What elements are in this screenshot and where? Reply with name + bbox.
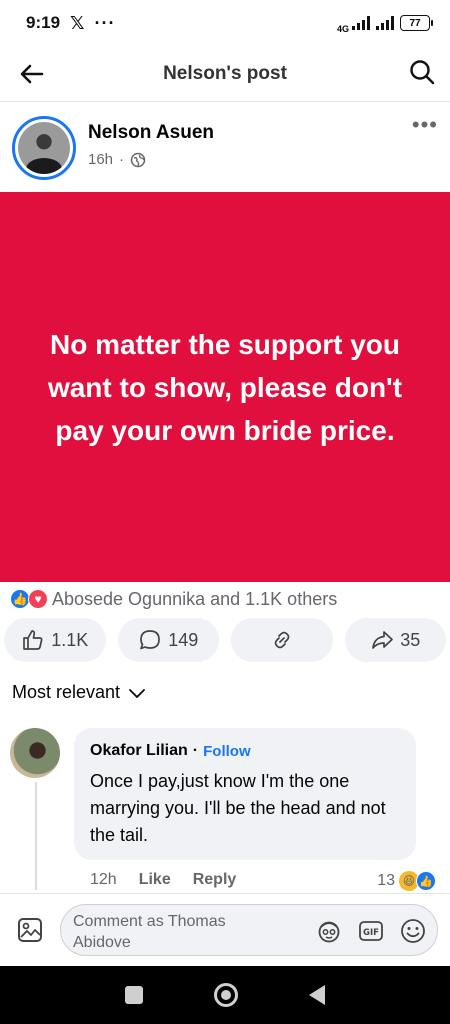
- comment-count: 149: [168, 629, 199, 650]
- comment-bubble[interactable]: Okafor Lilian · Follow Once I pay,just k…: [74, 728, 416, 860]
- x-app-icon: 𝕏: [70, 12, 85, 33]
- status-bar: 9:19 𝕏 ··· 4G 77: [0, 0, 450, 46]
- recent-apps-icon[interactable]: [125, 986, 144, 1004]
- emoji-icon[interactable]: [399, 917, 427, 945]
- thread-line: [35, 782, 37, 890]
- follow-button[interactable]: Follow: [203, 743, 251, 760]
- status-time: 9:19: [26, 13, 61, 32]
- svg-text:GIF: GIF: [363, 928, 379, 938]
- comment-reply-button[interactable]: Reply: [193, 871, 237, 889]
- home-icon[interactable]: [213, 983, 238, 1007]
- author-avatar[interactable]: [12, 116, 76, 180]
- status-left: 9:19 𝕏 ···: [26, 13, 116, 34]
- comment-button[interactable]: 149: [117, 618, 219, 662]
- avatar-sticker-icon[interactable]: [315, 917, 343, 945]
- app-header: Nelson's post: [0, 46, 450, 102]
- sort-label: Most relevant: [12, 682, 121, 702]
- link-icon: [274, 631, 290, 649]
- signal-icon-2: [376, 16, 394, 30]
- search-icon[interactable]: [408, 58, 436, 86]
- status-right: 4G 77: [336, 12, 433, 34]
- post-text-card: No matter the support you want to show, …: [0, 192, 450, 582]
- comment-icon: [140, 630, 161, 650]
- post-author-name[interactable]: Nelson Asuen: [88, 122, 214, 144]
- post-meta: 16h ·: [88, 151, 146, 168]
- post-header: Nelson Asuen 16h · •••: [12, 114, 438, 180]
- back-icon[interactable]: [308, 985, 325, 1005]
- share-button[interactable]: 35: [344, 618, 446, 662]
- meta-separator: ·: [119, 151, 125, 168]
- photo-gallery-icon[interactable]: [16, 916, 44, 944]
- comment-text: Once I pay,just know I'm the one marryin…: [90, 771, 386, 845]
- more-options-icon[interactable]: •••: [412, 114, 438, 136]
- composer-icons: GIF: [315, 917, 427, 945]
- comment-header: Okafor Lilian · Follow: [90, 742, 400, 760]
- comment-reactions[interactable]: 13 😆 👍: [377, 871, 436, 891]
- chevron-down-icon: [129, 688, 145, 698]
- page-title: Nelson's post: [163, 62, 287, 84]
- reactions-summary[interactable]: 👍 ♥ Abosede Ogunnika and 1.1K others: [10, 588, 337, 610]
- comment-reaction-count: 13: [377, 872, 395, 889]
- network-type: 4G: [336, 24, 349, 34]
- comment-meta: 12h Like Reply: [90, 871, 236, 889]
- battery-icon: 77: [400, 15, 433, 31]
- back-arrow-icon[interactable]: [18, 60, 46, 88]
- signal-icon: [352, 16, 370, 30]
- comment-like-button[interactable]: Like: [139, 871, 171, 889]
- thumbs-up-icon: [23, 630, 43, 650]
- more-notifications-icon: ···: [94, 12, 116, 33]
- commenter-name[interactable]: Okafor Lilian: [90, 742, 188, 760]
- battery-level: 77: [409, 17, 421, 29]
- gif-icon[interactable]: GIF: [357, 917, 385, 945]
- comment-time: 12h: [90, 871, 117, 888]
- copy-link-button[interactable]: [231, 618, 333, 662]
- like-button[interactable]: 1.1K: [4, 618, 106, 662]
- comment-composer: Comment as Thomas Abidove GIF: [0, 893, 450, 965]
- system-nav-bar: [0, 966, 450, 1024]
- like-count: 1.1K: [51, 629, 89, 650]
- avatar-image: [18, 122, 70, 174]
- share-count: 35: [400, 629, 421, 650]
- post-time[interactable]: 16h: [88, 151, 113, 168]
- like-reaction-icon-small: 👍: [416, 871, 436, 891]
- commenter-avatar[interactable]: [10, 728, 60, 778]
- reactions-text: Abosede Ogunnika and 1.1K others: [52, 588, 338, 609]
- globe-icon: [130, 152, 146, 167]
- love-reaction-icon: ♥: [28, 589, 48, 609]
- comment-sort-dropdown[interactable]: Most relevant: [12, 682, 146, 703]
- share-icon: [372, 631, 394, 649]
- comment-input[interactable]: Comment as Thomas Abidove GIF: [60, 904, 438, 956]
- like-reaction-icon: 👍: [10, 589, 30, 609]
- comment-separator: ·: [192, 742, 199, 759]
- post-actions: 1.1K 149 35: [4, 618, 446, 662]
- post-text: No matter the support you want to show, …: [47, 328, 403, 446]
- comment-placeholder: Comment as Thomas Abidove: [73, 913, 226, 951]
